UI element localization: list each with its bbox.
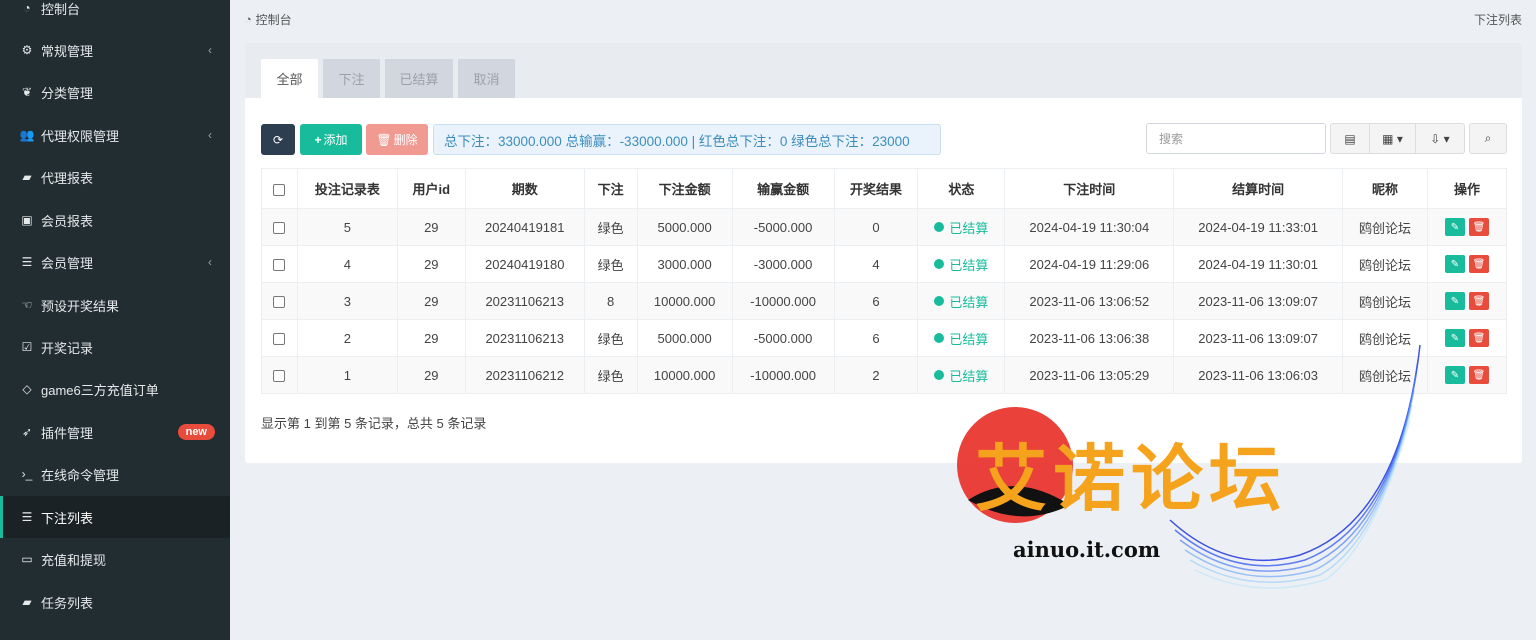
watermark-graphic — [957, 344, 1421, 589]
watermark-url: ainuo.it.com — [1013, 537, 1161, 562]
watermark-title: 艾诺论坛 — [975, 437, 1288, 521]
